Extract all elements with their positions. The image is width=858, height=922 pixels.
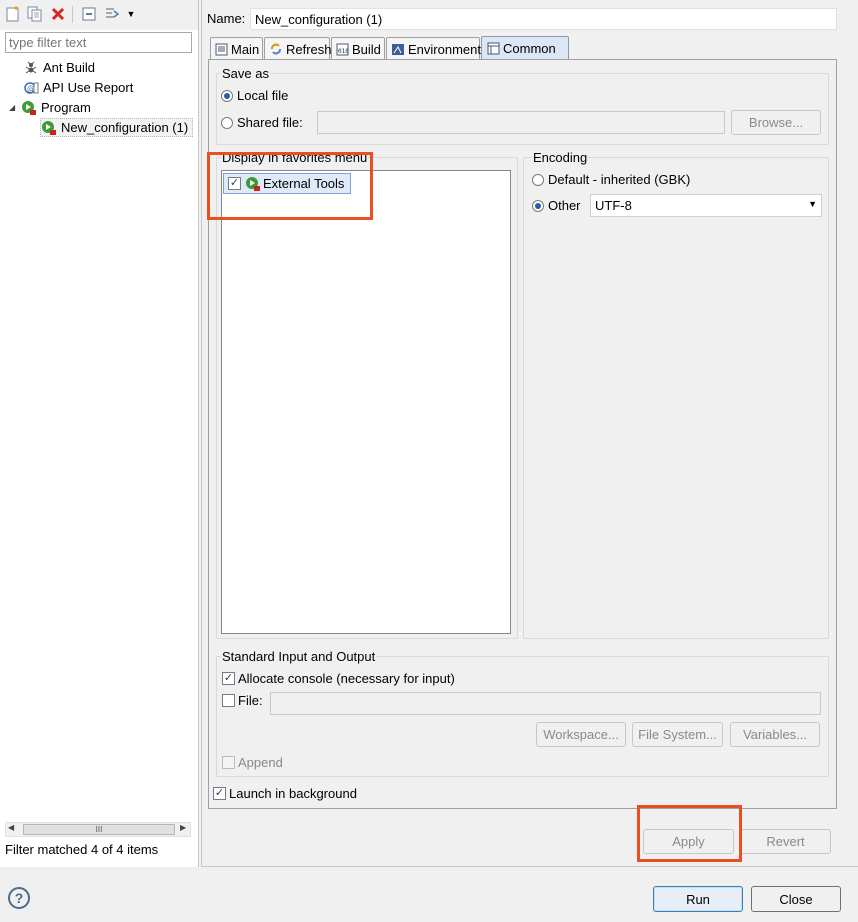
tree-item-ant-build[interactable]: Ant Build [23,58,95,77]
stdio-title: Standard Input and Output [221,649,377,664]
duplicate-icon[interactable] [26,5,44,23]
tab-main[interactable]: Main [210,37,263,60]
tab-label: Main [231,41,260,57]
file-system-button[interactable]: File System... [632,722,723,747]
workspace-button[interactable]: Workspace... [536,722,626,747]
scroll-right-icon[interactable]: ▶ [180,823,186,832]
radio-unselected-icon [532,173,544,186]
tree-item-label: Ant Build [43,60,96,75]
scroll-left-icon[interactable]: ◀ [8,823,14,832]
left-toolbar: ▼ [0,0,198,30]
checkbox-checked-icon: ✓ [213,787,226,800]
tree-item-program[interactable]: ◢ Program [9,98,91,117]
tree-item-label: Program [41,100,91,115]
filter-icon[interactable] [103,5,121,23]
tab-label: Environment [408,41,481,57]
checkbox-unchecked-icon [222,694,235,707]
radio-label: Local file [237,88,289,103]
tree-item-api-use-report[interactable]: @ API Use Report [23,78,133,97]
ant-icon [23,60,39,76]
revert-button[interactable]: Revert [740,829,831,854]
encoding-select-value: UTF-8 [595,198,632,213]
name-input[interactable] [250,8,837,30]
append-checkbox[interactable]: Append [222,755,283,770]
radio-unselected-icon [221,116,233,129]
dropdown-arrow-icon: ▼ [808,199,817,209]
refresh-icon [269,42,283,56]
browse-button[interactable]: Browse... [731,110,821,135]
close-button[interactable]: Close [751,886,841,912]
tab-environment[interactable]: Environment [386,37,481,60]
api-report-icon: @ [23,80,39,96]
checkbox-label: Allocate console (necessary for input) [238,671,455,686]
tab-label: Refresh [286,41,332,57]
delete-icon[interactable] [49,5,67,23]
tab-build[interactable]: 010 Build [331,37,385,60]
file-path-field [270,692,821,715]
collapse-all-icon[interactable] [80,5,98,23]
launch-background-checkbox[interactable]: ✓ Launch in background [213,786,357,801]
local-file-radio[interactable]: Local file [221,88,288,103]
default-encoding-radio[interactable]: Default - inherited (GBK) [532,172,690,187]
build-icon: 010 [336,42,349,56]
help-icon[interactable]: ? [8,887,30,909]
other-encoding-radio[interactable]: Other [532,198,581,213]
checkbox-label: Append [238,755,283,770]
checkbox-checked-icon: ✓ [222,672,235,685]
tree-item-label: API Use Report [43,80,134,95]
variables-button[interactable]: Variables... [730,722,820,747]
svg-text:010: 010 [338,48,349,55]
checkbox-label: Launch in background [229,786,357,801]
tree-item-new-configuration[interactable]: New_configuration (1) [40,118,194,137]
toolbar-divider [72,6,73,23]
allocate-console-checkbox[interactable]: ✓ Allocate console (necessary for input) [222,671,455,686]
shared-file-radio[interactable]: Shared file: [221,115,303,130]
checkbox-unchecked-icon [222,756,235,769]
scroll-grip: III [95,825,103,834]
apply-highlight-box [637,805,742,862]
encoding-group [523,157,829,639]
tab-label: Common [503,41,556,56]
radio-label: Shared file: [237,115,303,130]
shared-file-field [317,111,725,134]
horizontal-scrollbar[interactable]: ◀ III ▶ [5,822,191,837]
encoding-title: Encoding [532,150,589,165]
environment-icon [391,42,405,56]
encoding-select[interactable]: UTF-8 ▼ [590,194,822,217]
dropdown-arrow-icon[interactable]: ▼ [122,5,140,23]
filter-status: Filter matched 4 of 4 items [5,842,159,857]
new-configuration-icon[interactable] [4,5,22,23]
expand-arrow-icon[interactable]: ◢ [9,103,21,112]
tree-item-label: New_configuration (1) [61,120,189,135]
program-icon [21,100,37,116]
radio-label: Other [548,198,581,213]
radio-selected-icon [532,199,544,212]
common-tab-icon [486,42,500,56]
save-as-title: Save as [221,66,270,81]
radio-label: Default - inherited (GBK) [548,172,691,187]
main-tab-icon [215,42,228,56]
name-label: Name: [207,11,246,26]
tab-label: Build [352,41,381,57]
favorites-highlight-box [207,152,373,220]
scrollbar-thumb[interactable]: III [23,824,175,835]
filter-input[interactable] [5,32,192,53]
checkbox-label: File: [238,693,263,708]
file-checkbox[interactable]: File: [222,693,263,708]
radio-selected-icon [221,89,233,102]
favorites-list [221,170,511,634]
tab-common[interactable]: Common [481,36,569,60]
program-config-icon [41,120,57,136]
tab-refresh[interactable]: Refresh [264,37,332,60]
run-button[interactable]: Run [653,886,743,912]
